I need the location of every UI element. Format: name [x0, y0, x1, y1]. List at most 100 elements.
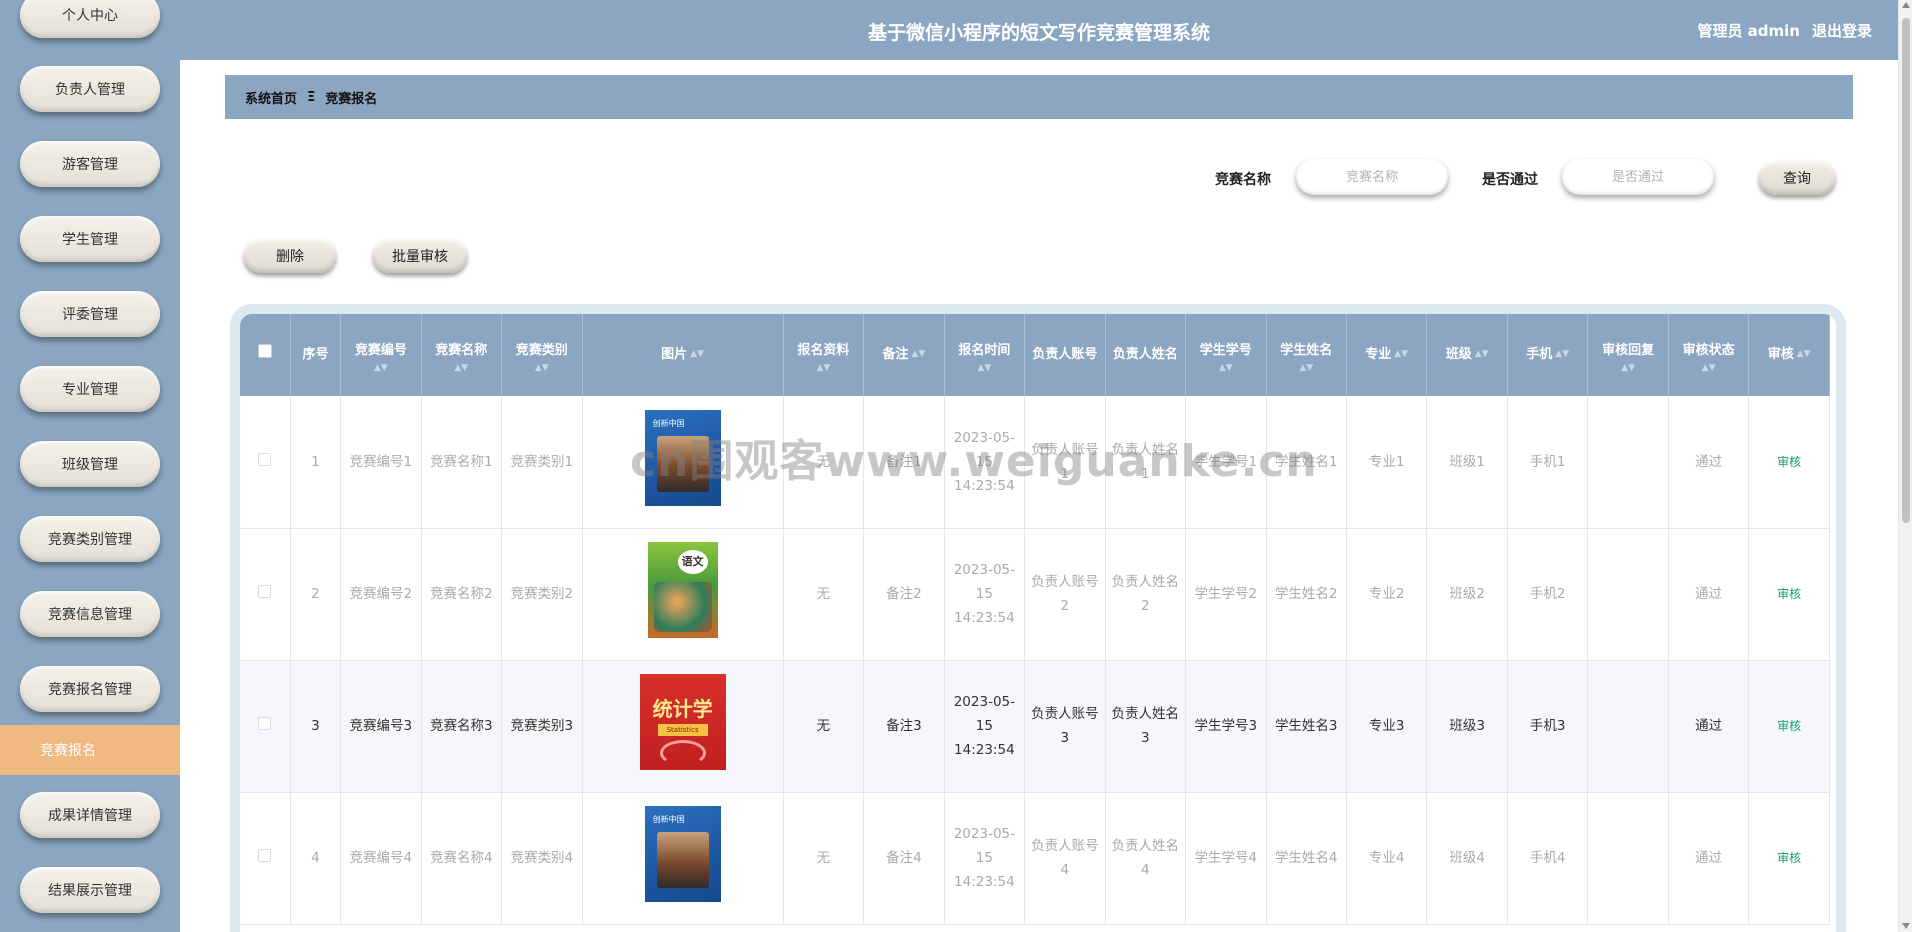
- table-row[interactable]: 1 竞赛编号1 竞赛名称1 竞赛类别1 创新中国 无 备注1 2023-05-1…: [240, 396, 1830, 529]
- col-category[interactable]: 竞赛类别 ▲▼: [501, 314, 583, 396]
- sort-icon[interactable]: ▲▼: [1190, 363, 1261, 373]
- cell-major: 专业4: [1346, 792, 1428, 925]
- batch-review-button[interactable]: 批量审核: [373, 239, 467, 273]
- cell-class: 班级3: [1426, 660, 1508, 793]
- table-row[interactable]: 3 竞赛编号3 竞赛名称3 竞赛类别3 统计学 Statistics 无 备注3…: [240, 660, 1830, 793]
- sort-icon[interactable]: ▲▼: [1797, 350, 1811, 359]
- cell-code: 竞赛编号2: [340, 528, 422, 661]
- col-student-no-label: 学生学号: [1199, 342, 1252, 358]
- sidebar-item-registration[interactable]: 竞赛报名管理: [20, 666, 160, 712]
- page-scrollbar[interactable]: [1898, 0, 1912, 932]
- col-note[interactable]: 备注 ▲▼: [863, 314, 945, 396]
- cell-status: 通过: [1668, 660, 1750, 793]
- col-material-label: 报名资料: [797, 342, 850, 358]
- cell-category: 竞赛类别4: [501, 792, 583, 925]
- col-student-no[interactable]: 学生学号 ▲▼: [1185, 314, 1267, 396]
- logout-link[interactable]: 退出登录: [1812, 20, 1872, 41]
- registration-table-frame: 序号 竞赛编号 ▲▼ 竞赛名称 ▲▼ 竞赛类别 ▲▼ 图片 ▲▼ 报名资料 ▲▼ 备注 ▲▼…: [230, 304, 1846, 932]
- sort-icon[interactable]: ▲▼: [690, 350, 704, 359]
- col-major[interactable]: 专业 ▲▼: [1346, 314, 1428, 396]
- select-all-checkbox[interactable]: [257, 344, 272, 358]
- table-row[interactable]: 4 竞赛编号4 竞赛名称4 竞赛类别4 创新中国 无 备注4 2023-05-1…: [240, 792, 1830, 925]
- sidebar-item-category[interactable]: 竞赛类别管理: [20, 516, 160, 562]
- breadcrumb-home[interactable]: 系统首页: [245, 88, 297, 107]
- col-leader-account[interactable]: 负责人账号: [1024, 314, 1106, 396]
- sort-icon[interactable]: ▲▼: [1394, 350, 1408, 359]
- col-class[interactable]: 班级 ▲▼: [1426, 314, 1508, 396]
- book-cover-image[interactable]: 统计学 Statistics: [639, 674, 726, 770]
- sidebar-item-student[interactable]: 学生管理: [20, 216, 160, 262]
- row-checkbox[interactable]: [258, 585, 272, 598]
- cell-note: 备注4: [863, 792, 945, 925]
- sidebar-item-display[interactable]: 结果展示管理: [20, 867, 160, 913]
- query-button[interactable]: 查询: [1759, 161, 1835, 195]
- cell-student-no: 学生学号2: [1185, 528, 1267, 661]
- cover-photo: [656, 435, 709, 492]
- sidebar-item-judge[interactable]: 评委管理: [20, 291, 160, 337]
- book-cover-image[interactable]: 语文: [647, 542, 718, 638]
- sidebar-item-leader[interactable]: 负责人管理: [20, 66, 160, 112]
- admin-label: 管理员 admin: [1697, 22, 1800, 40]
- col-major-label: 专业: [1365, 347, 1392, 362]
- row-checkbox[interactable]: [258, 717, 272, 730]
- col-student-name[interactable]: 学生姓名 ▲▼: [1266, 314, 1347, 396]
- scroll-up-icon[interactable]: [1902, 2, 1910, 8]
- sidebar-item-class[interactable]: 班级管理: [20, 441, 160, 487]
- cell-class: 班级1: [1426, 396, 1508, 529]
- col-material[interactable]: 报名资料 ▲▼: [783, 314, 865, 396]
- sort-icon[interactable]: ▲▼: [426, 363, 497, 373]
- col-code-label: 竞赛编号: [354, 342, 407, 358]
- sort-icon[interactable]: ▲▼: [1555, 350, 1569, 359]
- col-status[interactable]: 审核状态 ▲▼: [1668, 314, 1750, 396]
- col-code[interactable]: 竞赛编号 ▲▼: [340, 314, 422, 396]
- col-leader-name[interactable]: 负责人姓名: [1105, 314, 1187, 396]
- scrollbar-thumb[interactable]: [1902, 18, 1910, 523]
- sort-icon[interactable]: ▲▼: [788, 363, 859, 373]
- pass-status-input[interactable]: [1562, 159, 1714, 195]
- sidebar-item-major[interactable]: 专业管理: [20, 366, 160, 412]
- col-name[interactable]: 竞赛名称 ▲▼: [421, 314, 503, 396]
- cell-time: 2023-05-15 14:23:54: [944, 660, 1026, 793]
- review-link[interactable]: 审核: [1777, 851, 1801, 865]
- review-link[interactable]: 审核: [1777, 587, 1801, 601]
- scroll-down-icon[interactable]: [1902, 923, 1910, 929]
- cell-status: 通过: [1668, 792, 1750, 925]
- cell-note: 备注1: [863, 396, 945, 529]
- sort-icon[interactable]: ▲▼: [949, 363, 1020, 373]
- book-cover-image[interactable]: 创新中国: [644, 806, 721, 902]
- sort-icon[interactable]: ▲▼: [1673, 363, 1744, 373]
- cell-material: 无: [783, 528, 865, 661]
- sort-icon[interactable]: ▲▼: [911, 350, 925, 359]
- sort-icon[interactable]: ▲▼: [345, 363, 416, 373]
- col-phone[interactable]: 手机 ▲▼: [1507, 314, 1589, 396]
- col-index[interactable]: 序号: [290, 314, 342, 396]
- review-link[interactable]: 审核: [1777, 455, 1801, 469]
- breadcrumb-separator-icon: Ξ: [307, 89, 316, 105]
- cell-code: 竞赛编号1: [340, 396, 422, 529]
- cell-student-name: 学生姓名4: [1266, 792, 1347, 925]
- sidebar-item-visitor[interactable]: 游客管理: [20, 141, 160, 187]
- sidebar-subitem-registration[interactable]: 竞赛报名: [0, 725, 180, 775]
- sort-icon[interactable]: ▲▼: [1271, 363, 1342, 373]
- delete-button[interactable]: 删除: [244, 239, 336, 273]
- col-reply[interactable]: 审核回复 ▲▼: [1587, 314, 1669, 396]
- sort-icon[interactable]: ▲▼: [1592, 363, 1663, 373]
- cell-leader-account: 负责人账号1: [1024, 396, 1106, 529]
- col-time[interactable]: 报名时间 ▲▼: [944, 314, 1026, 396]
- sidebar-item-profile[interactable]: 个人中心: [20, 0, 160, 38]
- book-cover-image[interactable]: 创新中国: [644, 409, 721, 506]
- sidebar-item-contest-info[interactable]: 竞赛信息管理: [20, 591, 160, 637]
- sidebar-item-results[interactable]: 成果详情管理: [20, 792, 160, 838]
- col-review[interactable]: 审核 ▲▼: [1748, 314, 1830, 396]
- table-row[interactable]: 2 竞赛编号2 竞赛名称2 竞赛类别2 语文 无 备注2 2023-05-15 …: [240, 528, 1830, 661]
- cell-review: 审核: [1748, 528, 1830, 661]
- contest-name-input[interactable]: [1296, 159, 1448, 195]
- col-image[interactable]: 图片 ▲▼: [582, 314, 784, 396]
- review-link[interactable]: 审核: [1777, 719, 1801, 733]
- select-all-header[interactable]: [240, 314, 291, 396]
- cell-review: 审核: [1748, 792, 1830, 925]
- row-checkbox[interactable]: [258, 452, 272, 466]
- sort-icon[interactable]: ▲▼: [1475, 350, 1489, 359]
- row-checkbox[interactable]: [258, 849, 272, 862]
- sort-icon[interactable]: ▲▼: [506, 363, 577, 373]
